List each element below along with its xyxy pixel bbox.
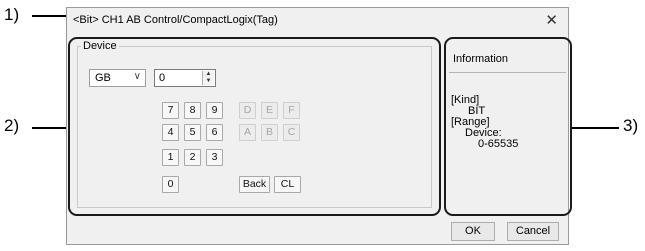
- key-b: B: [261, 124, 278, 141]
- key-6[interactable]: 6: [206, 124, 223, 141]
- key-4[interactable]: 4: [162, 124, 179, 141]
- key-0[interactable]: 0: [162, 176, 179, 193]
- key-2[interactable]: 2: [184, 149, 201, 166]
- callout-1: 1): [4, 5, 20, 24]
- dialog-title: <Bit> CH1 AB Control/CompactLogix(Tag): [73, 14, 278, 26]
- callout-2: 2): [4, 116, 20, 135]
- key-5[interactable]: 5: [184, 124, 201, 141]
- spin-buttons[interactable]: ▲ ▼: [202, 71, 214, 85]
- ok-button[interactable]: OK: [451, 222, 495, 241]
- device-number-value: 0: [159, 72, 166, 84]
- spin-down-icon[interactable]: ▼: [206, 78, 212, 85]
- information-title: Information: [453, 53, 509, 65]
- device-number-input[interactable]: 0 ▲ ▼: [154, 69, 216, 87]
- key-e: E: [261, 102, 278, 119]
- cancel-button[interactable]: Cancel: [507, 222, 559, 241]
- key-9[interactable]: 9: [206, 102, 223, 119]
- key-d: D: [239, 102, 256, 119]
- spin-up-icon[interactable]: ▲: [206, 71, 212, 78]
- device-group-label: Device: [81, 40, 119, 52]
- key-c: C: [283, 124, 300, 141]
- key-8[interactable]: 8: [184, 102, 201, 119]
- callout-1-leader: [32, 15, 70, 17]
- key-a: A: [239, 124, 256, 141]
- information-separator: [449, 72, 566, 73]
- device-type-value: GB: [95, 72, 111, 84]
- callout-3: 3): [623, 116, 639, 135]
- back-button[interactable]: Back: [239, 176, 270, 193]
- close-icon[interactable]: ✕: [545, 11, 558, 29]
- clear-button[interactable]: CL: [274, 176, 301, 193]
- key-7[interactable]: 7: [162, 102, 179, 119]
- key-f: F: [283, 102, 300, 119]
- key-1[interactable]: 1: [162, 149, 179, 166]
- info-range-device-value: 0-65535: [478, 138, 519, 150]
- callout-3-leader: [572, 127, 619, 129]
- key-3[interactable]: 3: [206, 149, 223, 166]
- chevron-down-icon: ∨: [133, 71, 141, 82]
- device-type-select[interactable]: GB ∨: [89, 69, 146, 87]
